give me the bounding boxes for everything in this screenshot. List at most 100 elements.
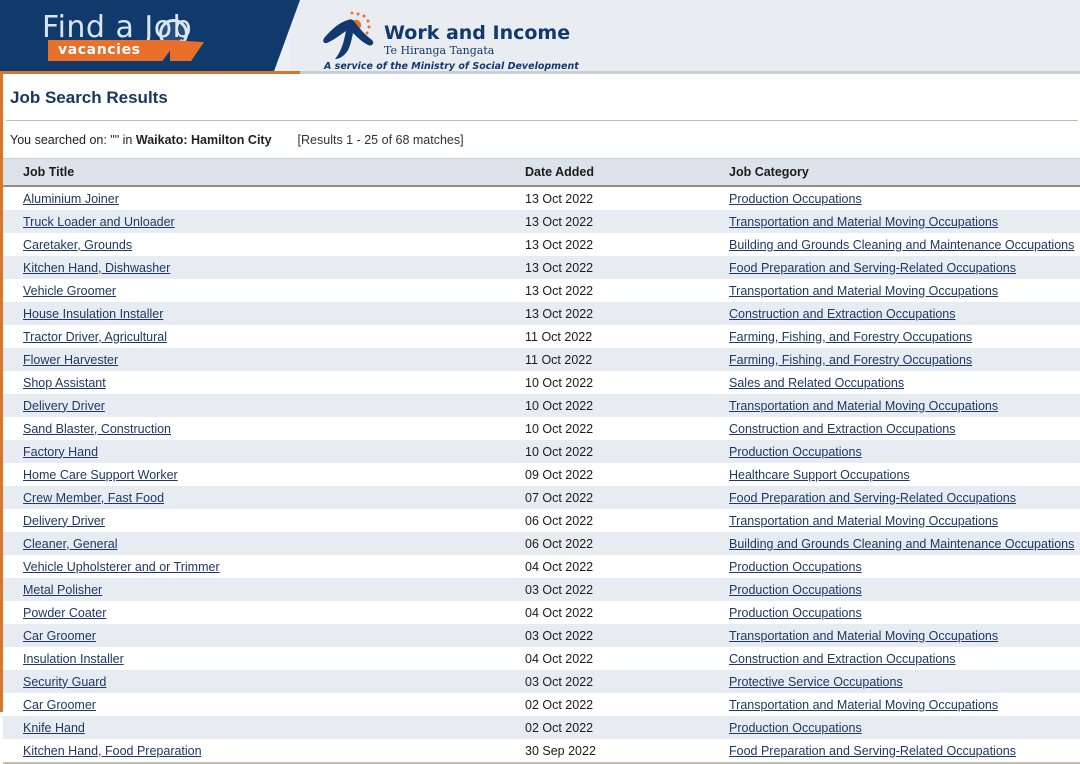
job-title-link[interactable]: Vehicle Groomer (23, 284, 116, 298)
job-category-link[interactable]: Food Preparation and Serving-Related Occ… (729, 744, 1016, 758)
job-title-link[interactable]: Home Care Support Worker (23, 468, 178, 482)
job-title-link[interactable]: Factory Hand (23, 445, 98, 459)
cell-job-category: Sales and Related Occupations (729, 371, 1080, 394)
job-title-link[interactable]: Aluminium Joiner (23, 192, 119, 206)
job-category-link[interactable]: Transportation and Material Moving Occup… (729, 514, 998, 528)
cell-job-title: Metal Polisher (3, 578, 525, 601)
job-category-link[interactable]: Food Preparation and Serving-Related Occ… (729, 491, 1016, 505)
cell-job-category: Production Occupations (729, 716, 1080, 739)
cell-date-added: 02 Oct 2022 (525, 697, 594, 712)
cell-job-category: Food Preparation and Serving-Related Occ… (729, 739, 1080, 764)
work-and-income-figure-icon (323, 11, 374, 59)
cell-job-title: Knife Hand (3, 716, 525, 739)
job-title-link[interactable]: Truck Loader and Unloader (23, 215, 175, 229)
work-and-income-logo[interactable]: Work and Income Te Hiranga Tangata A ser… (318, 8, 579, 72)
cell-job-title: Shop Assistant (3, 371, 525, 394)
job-category-link[interactable]: Farming, Fishing, and Forestry Occupatio… (729, 330, 972, 344)
job-title-link[interactable]: Caretaker, Grounds (23, 238, 132, 252)
table-row: Cleaner, General 06 Oct 2022 Building and … (3, 532, 1080, 555)
job-title-link[interactable]: Powder Coater (23, 606, 106, 620)
job-category-link[interactable]: Construction and Extraction Occupations (729, 652, 956, 666)
job-category-link[interactable]: Production Occupations (729, 721, 862, 735)
job-category-link[interactable]: Protective Service Occupations (729, 675, 903, 689)
cell-date-added: 04 Oct 2022 (525, 651, 594, 666)
job-category-link[interactable]: Sales and Related Occupations (729, 376, 904, 390)
job-title-link[interactable]: Car Groomer (23, 629, 96, 643)
table-row: Car Groomer 02 Oct 2022 Transportation and… (3, 693, 1080, 716)
job-title-link[interactable]: Shop Assistant (23, 376, 106, 390)
job-title-link[interactable]: Delivery Driver (23, 399, 105, 413)
job-category-link[interactable]: Building and Grounds Cleaning and Mainte… (729, 238, 1074, 252)
cell-job-category: Production Occupations (729, 601, 1080, 624)
job-title-link[interactable]: Knife Hand (23, 721, 85, 735)
column-header-job-title[interactable]: Job Title (3, 158, 525, 187)
table-row: Factory Hand 10 Oct 2022 Production Occupa… (3, 440, 1080, 463)
job-title-link[interactable]: Delivery Driver (23, 514, 105, 528)
job-title-link[interactable]: Flower Harvester (23, 353, 118, 367)
cell-job-title: Car Groomer (3, 693, 525, 716)
cell-job-category: Transportation and Material Moving Occup… (729, 210, 1080, 233)
cell-job-category: Construction and Extraction Occupations (729, 302, 1080, 325)
cell-date-added: 10 Oct 2022 (525, 375, 594, 390)
job-title-link[interactable]: Metal Polisher (23, 583, 102, 597)
cell-job-category: Protective Service Occupations (729, 670, 1080, 693)
cell-date-added: 03 Oct 2022 (525, 582, 594, 597)
cell-job-title: Factory Hand (3, 440, 525, 463)
cell-job-category: Production Occupations (729, 578, 1080, 601)
cell-job-title: Car Groomer (3, 624, 525, 647)
job-category-link[interactable]: Transportation and Material Moving Occup… (729, 629, 998, 643)
work-and-income-maori-title: Te Hiranga Tangata (384, 44, 495, 57)
job-title-link[interactable]: Crew Member, Fast Food (23, 491, 164, 505)
job-title-link[interactable]: Cleaner, General (23, 537, 118, 551)
job-category-link[interactable]: Transportation and Material Moving Occup… (729, 284, 998, 298)
job-category-link[interactable]: Food Preparation and Serving-Related Occ… (729, 261, 1016, 275)
cell-date-added: 11 Oct 2022 (525, 329, 593, 344)
cell-job-title: Powder Coater (3, 601, 525, 624)
job-title-link[interactable]: House Insulation Installer (23, 307, 163, 321)
job-category-link[interactable]: Production Occupations (729, 560, 862, 574)
cell-job-category: Production Occupations (729, 440, 1080, 463)
cell-job-title: Delivery Driver (3, 394, 525, 417)
cell-job-title: Aluminium Joiner (3, 186, 525, 210)
job-category-link[interactable]: Transportation and Material Moving Occup… (729, 399, 998, 413)
job-category-link[interactable]: Construction and Extraction Occupations (729, 307, 956, 321)
column-header-date-added[interactable]: Date Added (525, 158, 729, 187)
cell-date-added: 11 Oct 2022 (525, 352, 593, 367)
job-title-link[interactable]: Kitchen Hand, Dishwasher (23, 261, 170, 275)
job-category-link[interactable]: Building and Grounds Cleaning and Mainte… (729, 537, 1074, 551)
table-row: Metal Polisher 03 Oct 2022 Production Occu… (3, 578, 1080, 601)
job-title-link[interactable]: Security Guard (23, 675, 106, 689)
job-category-link[interactable]: Production Occupations (729, 583, 862, 597)
job-title-link[interactable]: Kitchen Hand, Food Preparation (23, 744, 202, 758)
job-category-link[interactable]: Construction and Extraction Occupations (729, 422, 956, 436)
cell-date-added: 04 Oct 2022 (525, 559, 594, 574)
job-category-link[interactable]: Transportation and Material Moving Occup… (729, 698, 998, 712)
job-title-link[interactable]: Sand Blaster, Construction (23, 422, 171, 436)
job-title-link[interactable]: Insulation Installer (23, 652, 124, 666)
table-row: Car Groomer 03 Oct 2022 Transportation and… (3, 624, 1080, 647)
job-category-link[interactable]: Production Occupations (729, 192, 862, 206)
column-header-job-category[interactable]: Job Category (729, 158, 1080, 187)
table-row: Vehicle Groomer 13 Oct 2022 Transportation… (3, 279, 1080, 302)
job-category-link[interactable]: Production Occupations (729, 606, 862, 620)
cell-job-category: Construction and Extraction Occupations (729, 647, 1080, 670)
job-category-link[interactable]: Transportation and Material Moving Occup… (729, 215, 998, 229)
cell-job-category: Production Occupations (729, 186, 1080, 210)
job-category-link[interactable]: Production Occupations (729, 445, 862, 459)
job-title-link[interactable]: Vehicle Upholsterer and or Trimmer (23, 560, 220, 574)
job-category-link[interactable]: Farming, Fishing, and Forestry Occupatio… (729, 353, 972, 367)
table-row: Caretaker, Grounds 13 Oct 2022 Building an… (3, 233, 1080, 256)
cell-date-added: 13 Oct 2022 (525, 214, 594, 229)
cell-job-title: House Insulation Installer (3, 302, 525, 325)
cell-job-title: Cleaner, General (3, 532, 525, 555)
find-a-job-logo[interactable]: Find a Job vacancies (42, 10, 242, 66)
job-title-link[interactable]: Car Groomer (23, 698, 96, 712)
cell-date-added: 06 Oct 2022 (525, 513, 594, 528)
job-category-link[interactable]: Healthcare Support Occupations (729, 468, 910, 482)
vacancies-label: vacancies (58, 42, 141, 58)
cell-date-added: 03 Oct 2022 (525, 674, 594, 689)
cell-job-category: Transportation and Material Moving Occup… (729, 279, 1080, 302)
cell-job-category: Transportation and Material Moving Occup… (729, 509, 1080, 532)
job-title-link[interactable]: Tractor Driver, Agricultural (23, 330, 167, 344)
table-row: Delivery Driver 10 Oct 2022 Transportation… (3, 394, 1080, 417)
